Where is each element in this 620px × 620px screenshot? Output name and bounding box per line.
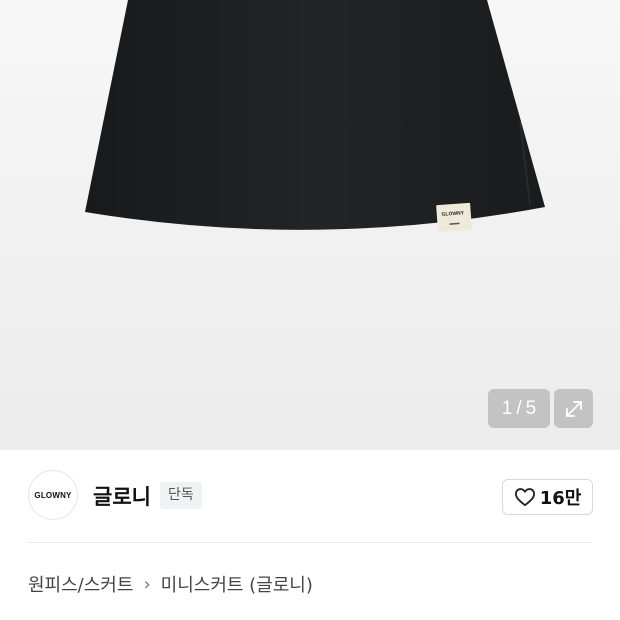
chevron-right-icon: ›: [143, 573, 151, 595]
image-pager: 1/5: [488, 389, 550, 428]
breadcrumb: 원피스/스커트 › 미니스커트 (글로니): [28, 571, 313, 597]
exclusive-badge: 단독: [160, 482, 202, 509]
brand-row: GLOWNY 글로니 단독 16만: [0, 450, 620, 542]
breadcrumb-subcategory[interactable]: 미니스커트 (글로니): [161, 571, 313, 597]
expand-button[interactable]: [554, 389, 593, 428]
product-image-skirt: GLOWNY: [85, 0, 545, 233]
brand-name[interactable]: 글로니: [93, 481, 151, 511]
like-count: 16만: [539, 488, 582, 509]
pager-total: 5: [525, 398, 537, 419]
garment-tag: GLOWNY: [436, 202, 472, 233]
pager-separator: /: [516, 398, 522, 419]
like-button[interactable]: 16만: [502, 479, 593, 515]
heart-outline-icon: [514, 488, 535, 507]
breadcrumb-category[interactable]: 원피스/스커트: [28, 571, 133, 597]
brand-logo[interactable]: GLOWNY: [28, 470, 78, 520]
brand-logo-text: GLOWNY: [34, 490, 72, 500]
pager-current: 1: [501, 398, 513, 419]
expand-icon: [565, 400, 582, 417]
product-image-gallery[interactable]: GLOWNY 1/5: [0, 0, 620, 450]
divider: [28, 542, 592, 543]
